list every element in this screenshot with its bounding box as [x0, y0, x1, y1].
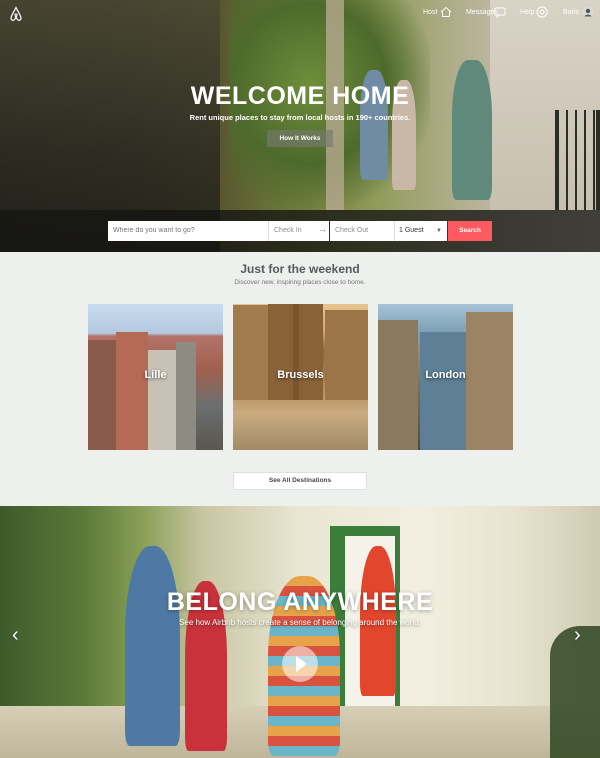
destination-card-london[interactable]: London: [378, 304, 513, 450]
hero-chair: [555, 110, 600, 210]
top-nav: Host Messages Help Boris: [0, 0, 600, 30]
building-shape: [378, 320, 418, 450]
check-out-field[interactable]: Check Out: [330, 221, 394, 241]
chevron-left-icon[interactable]: ‹: [12, 624, 19, 647]
avatar-icon[interactable]: [582, 6, 594, 18]
destination-input[interactable]: [108, 221, 268, 241]
help-icon[interactable]: [536, 6, 548, 18]
guests-value: 1 Guest: [399, 227, 424, 234]
section-subtitle: Discover new, inspiring places close to …: [234, 279, 366, 286]
play-video-button[interactable]: [282, 646, 318, 682]
airbnb-logo-icon[interactable]: [8, 6, 24, 22]
nav-user[interactable]: Boris: [563, 9, 579, 16]
building-shape: [420, 332, 466, 450]
building-shape: [325, 310, 368, 400]
message-icon[interactable]: [494, 6, 506, 18]
chevron-down-icon: ▼: [436, 228, 442, 234]
card-label: London: [425, 369, 466, 381]
hero-person: [452, 60, 492, 200]
building-shape: [233, 305, 268, 400]
chevron-right-icon[interactable]: ›: [574, 624, 581, 647]
card-label: Lille: [144, 369, 167, 381]
how-it-works-button[interactable]: How It Works: [267, 130, 333, 147]
hero-section: Host Messages Help Boris WELCOME HOME Re…: [0, 0, 600, 252]
building-shape: [176, 342, 196, 450]
building-shape: [293, 304, 299, 400]
section-title: Just for the weekend: [240, 262, 360, 276]
hero-subtitle: Rent unique places to stay from local ho…: [189, 113, 411, 122]
weekend-section: Just for the weekend Discover new, inspi…: [0, 252, 600, 506]
nav-host[interactable]: Host: [423, 9, 437, 16]
building-shape: [466, 312, 513, 450]
destination-card-lille[interactable]: Lille: [88, 304, 223, 450]
figure: [125, 546, 180, 746]
destination-card-brussels[interactable]: Brussels: [233, 304, 368, 450]
search-button[interactable]: Search: [448, 221, 492, 241]
belong-section: BELONG ANYWHERE See how Airbnb hosts cre…: [0, 506, 600, 758]
home-icon[interactable]: [440, 6, 452, 18]
belong-title: BELONG ANYWHERE: [166, 588, 434, 616]
hero-title: WELCOME HOME: [190, 82, 410, 110]
belong-subtitle: See how Airbnb hosts create a sense of b…: [179, 618, 421, 627]
building-shape: [148, 350, 176, 450]
see-all-destinations-button[interactable]: See All Destinations: [233, 472, 367, 490]
building-shape: [88, 340, 118, 450]
arrow-right-icon: →: [318, 224, 327, 234]
card-label: Brussels: [277, 369, 324, 381]
building-shape: [116, 332, 148, 450]
guests-select[interactable]: 1 Guest ▼: [395, 221, 447, 241]
nav-help[interactable]: Help: [520, 9, 534, 16]
